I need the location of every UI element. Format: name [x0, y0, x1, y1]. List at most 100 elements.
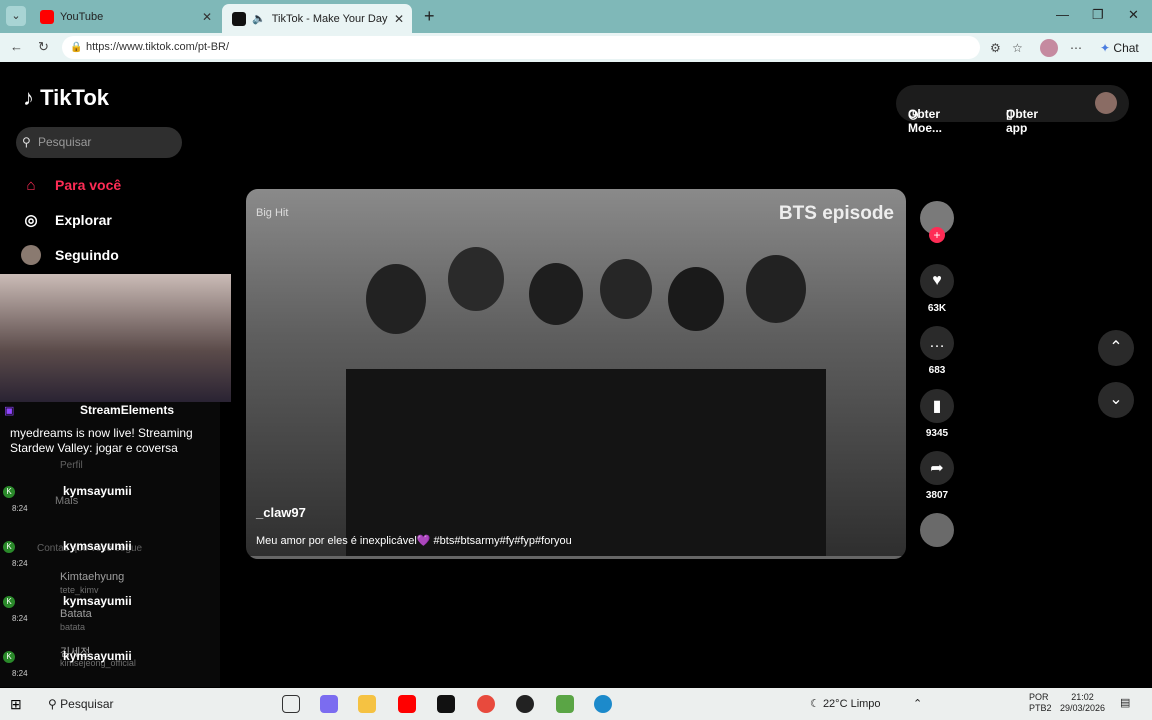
video-progress-bar[interactable] [246, 556, 906, 559]
search-icon: ⚲ [48, 697, 57, 711]
chat-badge-icon: K [3, 651, 15, 663]
chat-line: K kymsayumii 8:24 [0, 594, 220, 623]
chevron-up-icon: ⌃ [1109, 339, 1123, 356]
heart-icon: ♥ [920, 264, 954, 298]
search-input[interactable]: ⚲ Pesquisar [16, 127, 182, 158]
chat-header: StreamElements [80, 403, 175, 417]
reload-icon[interactable]: ↻ [38, 39, 49, 55]
like-count: 63K [927, 303, 947, 314]
weather-widget[interactable]: ☾ 22°C Limpo [810, 697, 881, 710]
task-view-icon[interactable] [282, 695, 300, 713]
tab-youtube[interactable]: YouTube ✕ [30, 4, 220, 30]
new-tab-button[interactable]: + [424, 6, 435, 27]
weather-text: 22°C Limpo [822, 698, 881, 710]
tab-title: TikTok - Make Your Day [271, 12, 388, 25]
follow-plus-icon[interactable]: + [929, 227, 945, 243]
compass-icon: ◎ [24, 212, 38, 229]
like-button[interactable]: ♥ 63K [918, 264, 956, 314]
url-text: https://www.tiktok.com/pt-BR/ [86, 41, 230, 53]
chat-time: 8:24 [12, 669, 28, 678]
next-video-button[interactable]: ⌄ [1098, 382, 1134, 418]
taskbar-search[interactable]: ⚲ Pesquisar [48, 697, 114, 711]
restore-button[interactable]: ❐ [1092, 7, 1104, 23]
behind-account-handle: kimsejeong_official [60, 658, 136, 668]
share-button[interactable]: ➦ 3807 [918, 451, 956, 501]
copilot-icon: ✦ [1100, 41, 1111, 55]
tiktok-logo[interactable]: ♪ TikTok [23, 85, 109, 111]
minimize-button[interactable]: — [1056, 7, 1069, 22]
nav-following[interactable]: Seguindo [21, 245, 119, 265]
clock[interactable]: 21:02 29/03/2026 [1060, 692, 1105, 714]
lock-icon[interactable]: 🔒 [70, 36, 82, 59]
behind-account-name: Kimtaehyung [60, 571, 125, 583]
video-player[interactable]: Big Hit BTS episode _claw97 Meu amor por… [246, 189, 906, 559]
notification-icon[interactable]: ▤ [1120, 696, 1130, 709]
video-frame-image [346, 247, 826, 559]
previous-video-button[interactable]: ⌃ [1098, 330, 1134, 366]
comment-button[interactable]: … 683 [918, 326, 956, 376]
edge-icon[interactable] [594, 695, 612, 713]
clock-date: 29/03/2026 [1060, 703, 1106, 713]
save-button[interactable]: ▮ 9345 [918, 389, 956, 439]
live-message: myedreams is now live! Streaming Stardew… [10, 426, 193, 455]
netflix-icon[interactable] [437, 695, 455, 713]
tiktok-icon [232, 11, 246, 26]
nav-label: Seguindo [55, 247, 119, 263]
copilot-icon[interactable] [320, 695, 338, 713]
search-icon: ⚲ [22, 135, 31, 149]
music-disc[interactable] [918, 513, 956, 547]
chat-line: K kymsayumii 8:24 [0, 484, 220, 513]
bookmark-icon: ▮ [920, 389, 954, 423]
chat-label: Chat [1113, 41, 1139, 55]
back-icon[interactable]: ← [10, 39, 23, 54]
twitch-icon: ▣ [4, 405, 15, 417]
favorites-icon[interactable]: ☆ [1012, 41, 1023, 55]
tab-actions-menu[interactable]: ⌄ [6, 6, 26, 26]
close-tab-icon[interactable]: ✕ [394, 12, 404, 26]
nav-for-you[interactable]: ⌂ Para você [21, 175, 121, 195]
more-icon[interactable]: ⋯ [1070, 41, 1082, 55]
video-username[interactable]: _claw97 [256, 505, 306, 520]
windows-start-icon[interactable]: ⊞ [10, 696, 22, 713]
profile-avatar[interactable] [1040, 39, 1058, 57]
moon-icon: ☾ [810, 698, 820, 710]
behind-account-handle: batata [60, 622, 86, 632]
nav-explore[interactable]: ◎ Explorar [21, 210, 112, 230]
video-watermark: Big Hit [256, 207, 289, 219]
save-count: 9345 [925, 428, 949, 439]
nav-label: Explorar [55, 212, 112, 228]
app-label: Obter app [1006, 107, 1039, 135]
game-app-icon[interactable] [556, 695, 574, 713]
share-icon: ➦ [920, 451, 954, 485]
chrome-icon[interactable] [477, 695, 495, 713]
close-window-button[interactable]: ✕ [1128, 7, 1139, 23]
speaker-icon[interactable]: 🔈 [252, 12, 266, 25]
obs-icon[interactable] [516, 695, 534, 713]
tray-chevron-icon[interactable]: ⌃ [913, 697, 922, 710]
comment-icon: … [920, 326, 954, 360]
creator-avatar[interactable]: + [918, 201, 956, 243]
chat-badge-icon: K [3, 541, 15, 553]
windows-taskbar: ⊞ ⚲ Pesquisar ☾ 22°C Limpo ⌃ POR PTB2 21… [0, 688, 1152, 720]
copilot-chat-button[interactable]: ✦ Chat [1100, 41, 1139, 55]
chat-username: kymsayumii [63, 594, 132, 608]
url-field[interactable]: 🔒 https://www.tiktok.com/pt-BR/ [62, 36, 980, 59]
youtube-app-icon[interactable] [398, 695, 416, 713]
chevron-down-icon: ⌄ [1109, 391, 1123, 408]
close-tab-icon[interactable]: ✕ [202, 10, 212, 24]
behind-more-label: Mais [55, 495, 79, 507]
tab-tiktok[interactable]: 🔈 TikTok - Make Your Day ✕ [222, 4, 412, 33]
chat-time: 8:24 [12, 504, 28, 513]
lang-line-2: PTB2 [1029, 703, 1052, 713]
search-placeholder: Pesquisar [38, 135, 92, 149]
extensions-icon[interactable]: ⚙ [990, 41, 1001, 55]
behind-profile-label: Perfil [60, 460, 83, 471]
comment-count: 683 [928, 365, 946, 376]
taskbar-search-label: Pesquisar [60, 697, 114, 711]
file-explorer-icon[interactable] [358, 695, 376, 713]
music-disc-image [920, 513, 954, 547]
coins-label: Obter Moe... [908, 107, 943, 135]
webcam-overlay [0, 274, 231, 402]
user-avatar[interactable] [1095, 92, 1117, 114]
language-indicator[interactable]: POR PTB2 [1029, 692, 1052, 714]
